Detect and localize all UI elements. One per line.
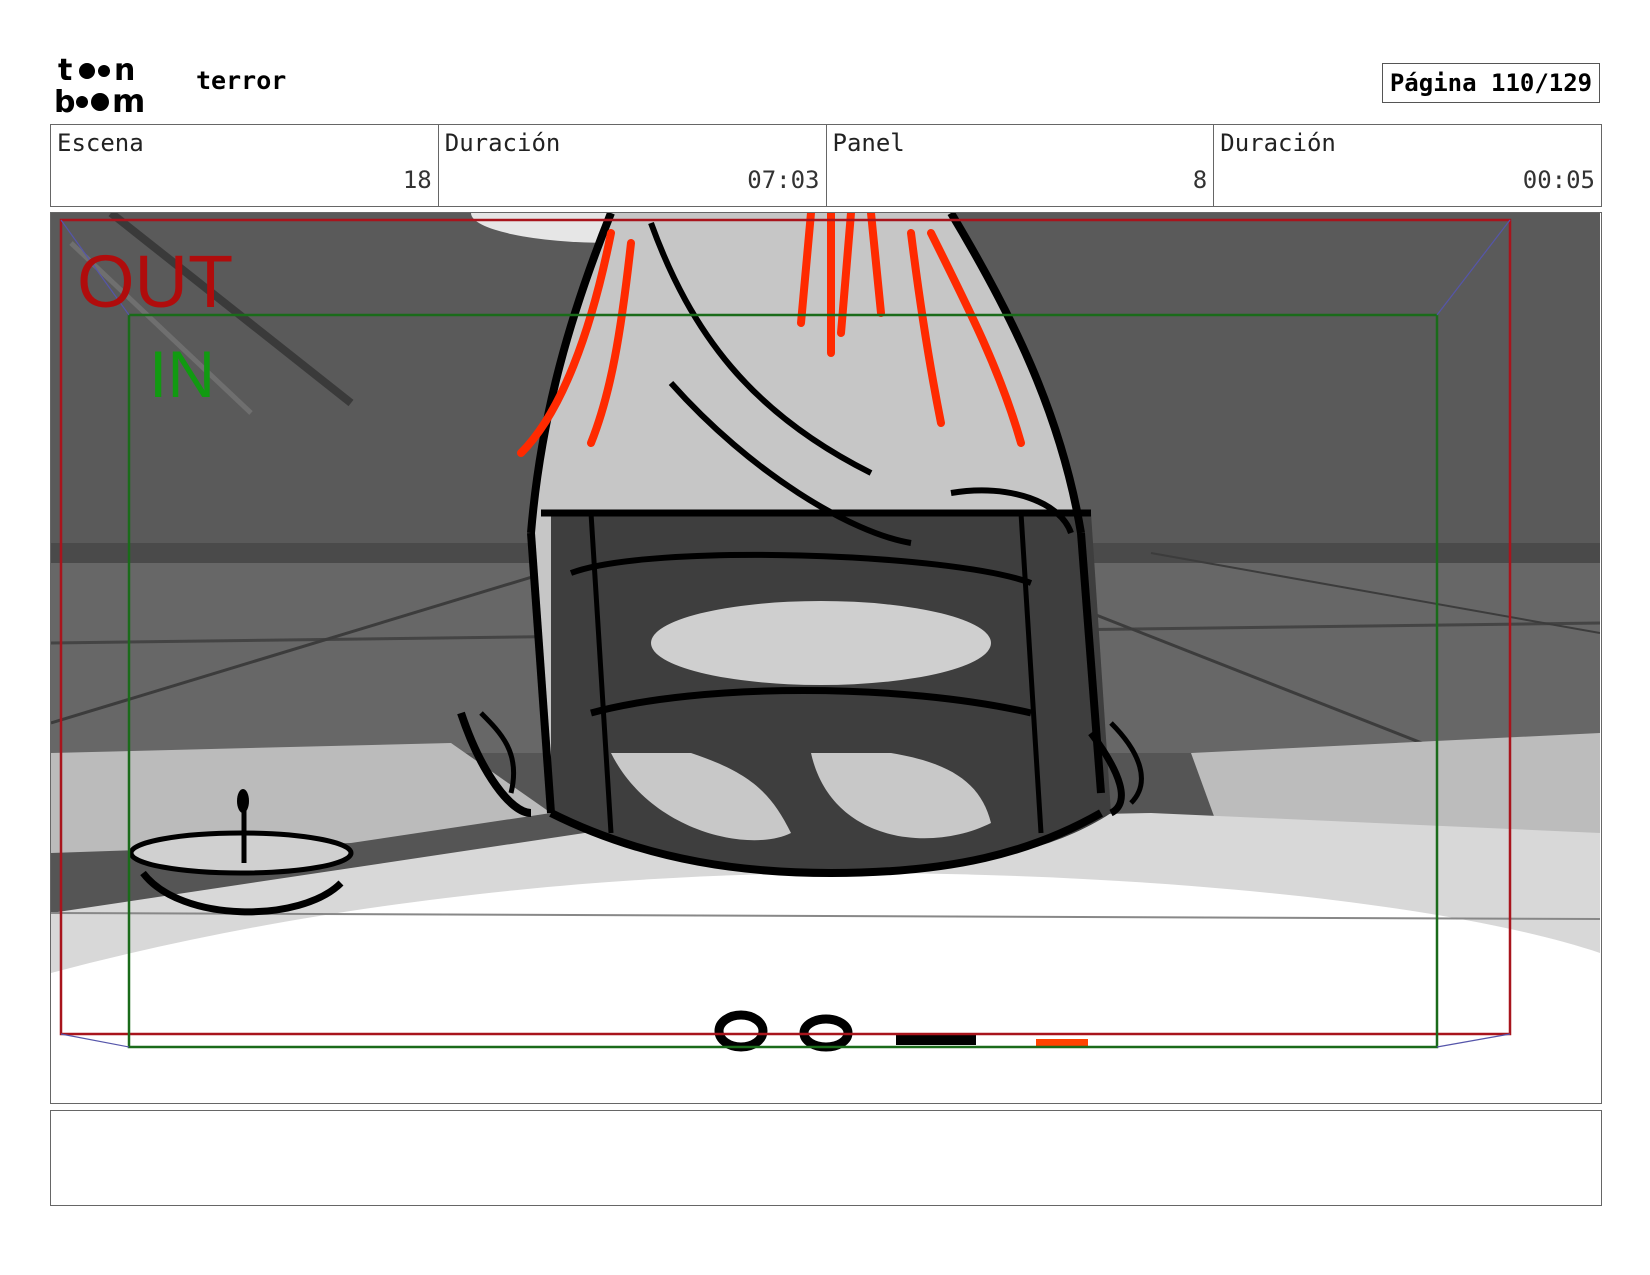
panel-label: Panel [832,129,905,157]
panel-drawing [51,213,1600,1102]
panel-duration-value: 00:05 [1522,166,1595,194]
scene-value: 18 [402,166,432,194]
panel-value: 8 [1192,166,1208,194]
dialog-box [50,1110,1602,1206]
svg-text:t: t [58,54,72,88]
in-frame-label: IN [149,337,215,411]
scene-info-table: Escena 18 Duración 07:03 Panel 8 Duració… [50,124,1602,207]
storyboard-panel: OUT IN [50,212,1602,1104]
scene-duration-cell: Duración 07:03 [439,125,827,206]
panel-duration-label: Duración [1220,129,1336,157]
panel-cell: Panel 8 [827,125,1215,206]
scene-duration-label: Duración [444,129,561,157]
toonboom-logo: t n b m [54,54,145,116]
page-number: Página 110/129 [1382,63,1600,103]
svg-text:b: b [54,85,75,116]
scene-cell: Escena 18 [51,125,439,206]
scene-label: Escena [57,129,144,157]
out-frame-label: OUT [77,240,234,323]
panel-duration-cell: Duración 00:05 [1214,125,1601,206]
scene-duration-value: 07:03 [747,166,820,194]
project-title: terror [196,66,287,95]
svg-text:m: m [112,82,145,116]
